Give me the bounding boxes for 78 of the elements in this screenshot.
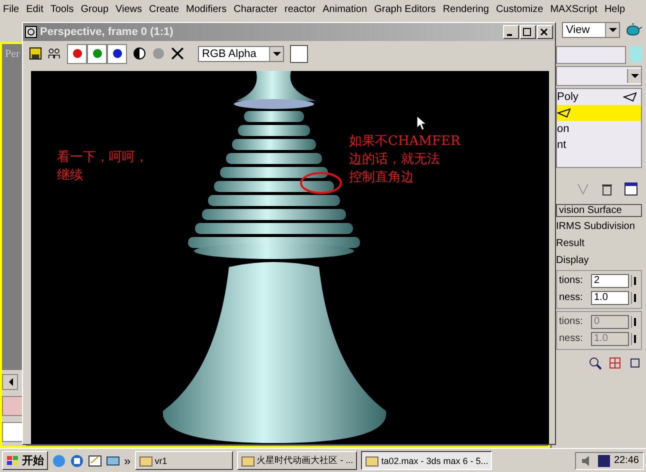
clock: 22:46 xyxy=(614,455,639,466)
desktop-icon[interactable] xyxy=(88,454,102,468)
menu-item[interactable]: Rendering xyxy=(442,4,489,15)
monochrome-icon[interactable] xyxy=(133,47,146,60)
window-icon xyxy=(240,454,255,467)
option-label: Display xyxy=(556,254,590,268)
menu-item[interactable]: Views xyxy=(116,4,142,15)
name-field[interactable] xyxy=(556,46,626,64)
close-button[interactable] xyxy=(537,24,553,39)
menu-item[interactable]: Customize xyxy=(496,4,544,15)
view-dropdown[interactable]: View xyxy=(562,22,620,38)
caret-icon xyxy=(605,23,619,38)
windows-flag-icon xyxy=(6,454,20,467)
taskbar-button[interactable]: vr1 xyxy=(134,451,233,470)
option-label: Result xyxy=(556,236,586,251)
menu-item[interactable]: Animation xyxy=(322,4,368,15)
color-swatch[interactable] xyxy=(2,422,24,442)
minimize-icon xyxy=(507,34,512,36)
modifier-stack-item[interactable]: nt xyxy=(557,136,641,153)
taskbar-button[interactable]: ta02.max - 3ds max 6 - 5... xyxy=(361,451,492,470)
maximize-icon xyxy=(522,26,532,37)
clear-icon[interactable] xyxy=(171,47,184,60)
modifier-stack-item[interactable] xyxy=(557,104,641,121)
channel-toggle[interactable] xyxy=(107,44,127,64)
taskbar-button[interactable]: 火星时代动画大社区 - ... xyxy=(236,451,358,470)
trash-icon[interactable] xyxy=(600,182,614,196)
start-button[interactable]: 开始 xyxy=(2,451,48,470)
clone-icon[interactable] xyxy=(48,47,61,60)
maximize-button[interactable] xyxy=(520,24,536,39)
channel-toggle[interactable] xyxy=(67,44,87,64)
window-title: Perspective, frame 0 (1:1) xyxy=(40,26,174,38)
menu-item[interactable]: Modifiers xyxy=(186,4,227,15)
color-swatch[interactable] xyxy=(2,396,24,416)
menu-item[interactable]: Help xyxy=(604,4,626,15)
ellipse-annotation xyxy=(299,170,343,195)
zoom-icon[interactable] xyxy=(588,356,602,370)
menu-item[interactable]: Create xyxy=(149,4,180,15)
annotation-text: 如果不CHAMFER 边的话，就无法 控制直角边 xyxy=(349,132,460,187)
app-icon xyxy=(25,26,37,38)
menu-item[interactable]: Character xyxy=(234,4,278,15)
menu-item[interactable]: Edit xyxy=(26,4,44,15)
menu-item[interactable]: MAXScript xyxy=(550,4,598,15)
spinner-label: tions: xyxy=(559,275,584,286)
modifier-stack-item[interactable]: Poly xyxy=(557,88,641,105)
option-label: IRMS Subdivision xyxy=(556,220,636,234)
window-icon[interactable] xyxy=(624,182,638,196)
spinner-field[interactable]: 2 xyxy=(591,274,629,288)
cursor-icon xyxy=(416,114,426,131)
menu-item[interactable]: Group xyxy=(80,4,109,15)
rollout-header[interactable]: vision Surface xyxy=(556,204,642,217)
more-chevron[interactable]: » xyxy=(124,454,131,468)
window-icon xyxy=(365,454,380,467)
viewport-label: Per xyxy=(5,48,20,60)
close-icon xyxy=(539,26,549,37)
channel-toggle[interactable] xyxy=(87,44,107,64)
caret-icon xyxy=(627,68,641,83)
modifier-stack-item[interactable]: on xyxy=(557,120,641,137)
menu-item[interactable]: File xyxy=(3,4,20,15)
menu-item[interactable]: Graph Editors xyxy=(374,4,436,15)
zoom-all-icon[interactable] xyxy=(608,356,622,370)
spinner-label: tions: xyxy=(559,316,584,328)
annotation-text: 看一下，呵呵， 继续 xyxy=(57,148,148,185)
modifier-list-dropdown[interactable] xyxy=(556,66,642,86)
spinner-label: ness: xyxy=(559,292,584,304)
spinner-label: ness: xyxy=(559,333,584,344)
color-swatch[interactable] xyxy=(290,44,308,63)
menu-item[interactable]: Tools xyxy=(50,4,74,15)
zoom-extents-icon[interactable] xyxy=(628,356,642,370)
menu-item[interactable]: reactor xyxy=(284,4,316,15)
caret-icon xyxy=(269,46,283,61)
minimize-button[interactable] xyxy=(503,24,519,39)
mail-icon[interactable] xyxy=(106,454,120,468)
spinner-field[interactable]: 1.0 xyxy=(591,290,629,305)
alpha-dot-icon[interactable] xyxy=(152,47,165,60)
window-icon xyxy=(138,454,153,467)
channel-dropdown[interactable]: RGB Alpha xyxy=(198,46,284,62)
object-color-swatch[interactable] xyxy=(630,46,642,62)
save-icon[interactable] xyxy=(29,47,42,60)
